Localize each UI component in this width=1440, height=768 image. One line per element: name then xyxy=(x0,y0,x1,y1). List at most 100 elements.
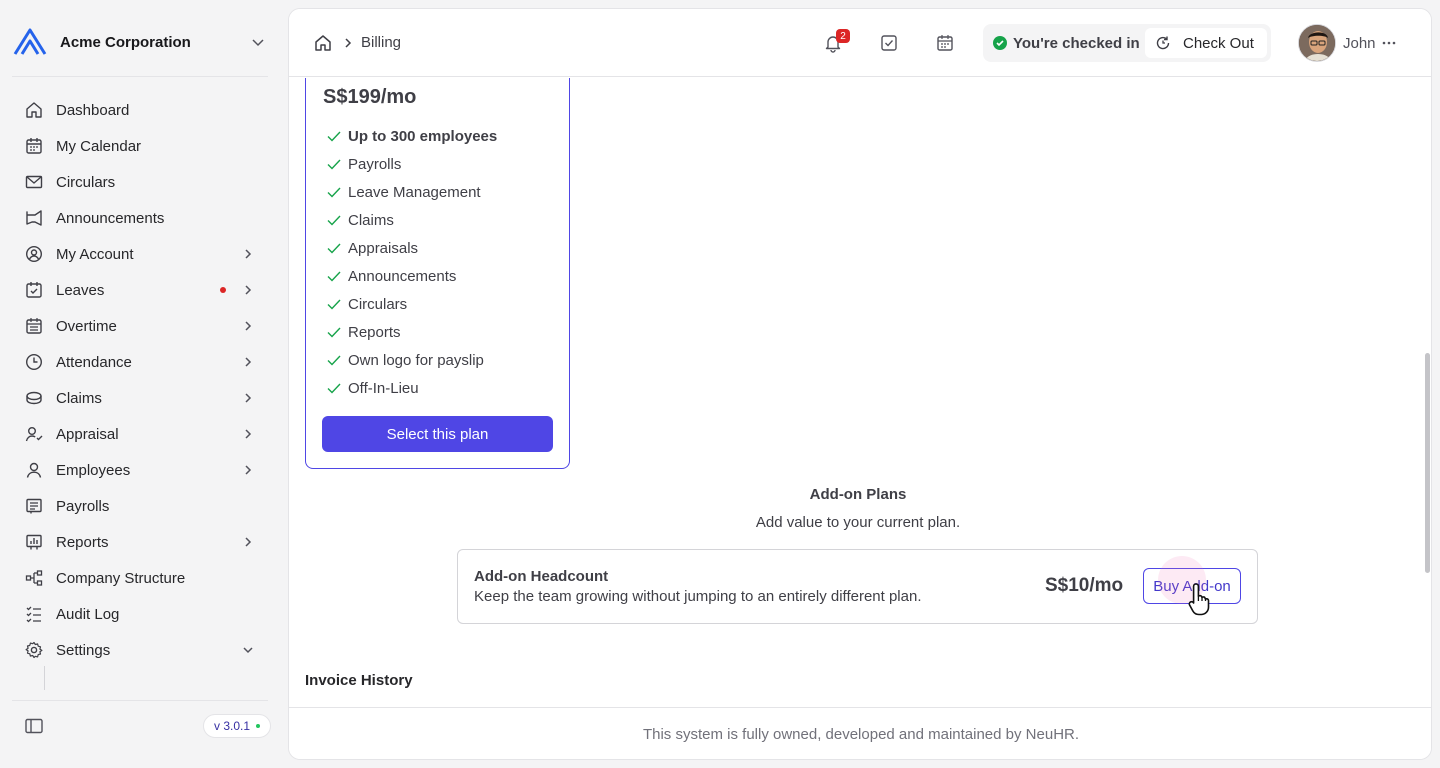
home-icon[interactable] xyxy=(313,33,333,53)
clock-icon xyxy=(24,352,44,372)
feature-item: Leave Management xyxy=(326,178,497,206)
user-circle-icon xyxy=(24,244,44,264)
divider xyxy=(12,700,268,701)
org-name: Acme Corporation xyxy=(60,33,191,51)
sidebar-item-label: Reports xyxy=(56,533,109,551)
feature-item: Appraisals xyxy=(326,234,497,262)
billing-content: S$199/mo Up to 300 employees Payrolls Le… xyxy=(289,78,1431,708)
sidebar-item-label: Audit Log xyxy=(56,605,120,623)
check-icon xyxy=(326,268,342,284)
select-plan-button[interactable]: Select this plan xyxy=(322,416,553,452)
sidebar-item-label: Overtime xyxy=(56,317,117,335)
status-dot xyxy=(256,724,261,728)
check-icon xyxy=(326,128,342,144)
sidebar-item-my-account[interactable]: My Account xyxy=(16,236,268,272)
chevron-down-icon xyxy=(240,642,256,658)
sidebar-nav: Dashboard My Calendar Circulars Announce… xyxy=(16,92,268,668)
company-logo-icon xyxy=(12,27,48,57)
feature-label: Up to 300 employees xyxy=(348,127,498,145)
sidebar-item-appraisal[interactable]: Appraisal xyxy=(16,416,268,452)
sidebar-item-label: Leaves xyxy=(56,281,105,299)
sidebar-item-attendance[interactable]: Attendance xyxy=(16,344,268,380)
feature-item: Reports xyxy=(326,318,497,346)
check-icon xyxy=(326,212,342,228)
feature-label: Reports xyxy=(348,323,401,341)
sidebar-item-label: Employees xyxy=(56,461,131,479)
chevron-right-icon xyxy=(341,36,355,50)
feature-item: Circulars xyxy=(326,290,497,318)
sidebar-item-label: My Account xyxy=(56,245,134,263)
sidebar-item-label: Dashboard xyxy=(56,101,130,119)
check-icon xyxy=(326,352,342,368)
mail-icon xyxy=(24,172,44,192)
calendar-check-icon xyxy=(24,280,44,300)
sidebar-item-label: Settings xyxy=(56,641,111,659)
chevron-right-icon xyxy=(240,390,256,406)
org-switcher[interactable]: Acme Corporation xyxy=(12,24,268,60)
megaphone-icon xyxy=(24,208,44,228)
check-icon xyxy=(326,156,342,172)
user-star-icon xyxy=(24,424,44,444)
sidebar-item-label: My Calendar xyxy=(56,137,142,155)
top-bar: Billing 2 You're checked in Check Out Jo… xyxy=(289,9,1431,77)
sidebar-item-company-structure[interactable]: Company Structure xyxy=(16,560,268,596)
task-check-icon[interactable] xyxy=(879,33,899,53)
footer: This system is fully owned, developed an… xyxy=(289,707,1431,759)
sidebar-item-label: Circulars xyxy=(56,173,116,191)
chevron-down-icon[interactable] xyxy=(248,32,268,52)
chart-icon xyxy=(24,532,44,552)
sidebar-item-my-calendar[interactable]: My Calendar xyxy=(16,128,268,164)
sidebar-item-label: Payrolls xyxy=(56,497,110,515)
main-panel: Billing 2 You're checked in Check Out Jo… xyxy=(288,8,1432,760)
chevron-right-icon xyxy=(240,462,256,478)
feature-label: Payrolls xyxy=(348,155,402,173)
sidebar-item-dashboard[interactable]: Dashboard xyxy=(16,92,268,128)
check-icon xyxy=(326,380,342,396)
sidebar-item-leaves[interactable]: Leaves xyxy=(16,272,268,308)
user-name[interactable]: John xyxy=(1343,35,1376,52)
gear-icon xyxy=(24,640,44,660)
sidebar-item-label: Attendance xyxy=(56,353,132,371)
sidebar-item-payrolls[interactable]: Payrolls xyxy=(16,488,268,524)
breadcrumb: Billing xyxy=(361,34,402,51)
coins-icon xyxy=(24,388,44,408)
addon-name: Add-on Headcount xyxy=(474,568,609,585)
clock-arrow-icon xyxy=(1155,35,1171,51)
sidebar-item-claims[interactable]: Claims xyxy=(16,380,268,416)
check-icon xyxy=(326,240,342,256)
chevron-right-icon xyxy=(240,318,256,334)
avatar[interactable] xyxy=(1298,24,1336,62)
addon-section-title: Add-on Plans xyxy=(809,486,907,503)
user-icon xyxy=(24,460,44,480)
feature-label: Announcements xyxy=(348,267,457,285)
sidebar-item-audit-log[interactable]: Audit Log xyxy=(16,596,268,632)
sidebar-item-employees[interactable]: Employees xyxy=(16,452,268,488)
check-out-button[interactable]: Check Out xyxy=(1145,28,1267,58)
feature-item: Announcements xyxy=(326,262,497,290)
calendar-icon[interactable] xyxy=(935,33,955,53)
feature-item: Claims xyxy=(326,206,497,234)
feature-item: Payrolls xyxy=(326,150,497,178)
sidebar-toggle-icon[interactable] xyxy=(24,716,44,736)
addon-description: Keep the team growing without jumping to… xyxy=(474,588,922,605)
sidebar: Acme Corporation Dashboard My Calendar C… xyxy=(0,0,288,768)
scrollbar[interactable] xyxy=(1425,353,1430,573)
sidebar-item-circulars[interactable]: Circulars xyxy=(16,164,268,200)
plan-features: Up to 300 employees Payrolls Leave Manag… xyxy=(326,122,497,402)
check-out-label: Check Out xyxy=(1183,34,1254,52)
more-horizontal-icon[interactable] xyxy=(1379,33,1399,53)
version-badge: v 3.0.1 xyxy=(203,714,272,738)
alert-dot xyxy=(220,287,226,293)
feature-item: Own logo for payslip xyxy=(326,346,497,374)
sidebar-item-label: Company Structure xyxy=(56,569,186,587)
chevron-right-icon xyxy=(240,426,256,442)
plan-card: S$199/mo Up to 300 employees Payrolls Le… xyxy=(305,78,570,469)
org-chart-icon xyxy=(24,568,44,588)
feature-label: Off-In-Lieu xyxy=(348,379,419,397)
addon-card: Add-on Headcount Keep the team growing w… xyxy=(457,549,1258,624)
sidebar-item-reports[interactable]: Reports xyxy=(16,524,268,560)
submenu-guide-line xyxy=(44,666,45,690)
sidebar-item-settings[interactable]: Settings xyxy=(16,632,268,668)
sidebar-item-overtime[interactable]: Overtime xyxy=(16,308,268,344)
sidebar-item-announcements[interactable]: Announcements xyxy=(16,200,268,236)
